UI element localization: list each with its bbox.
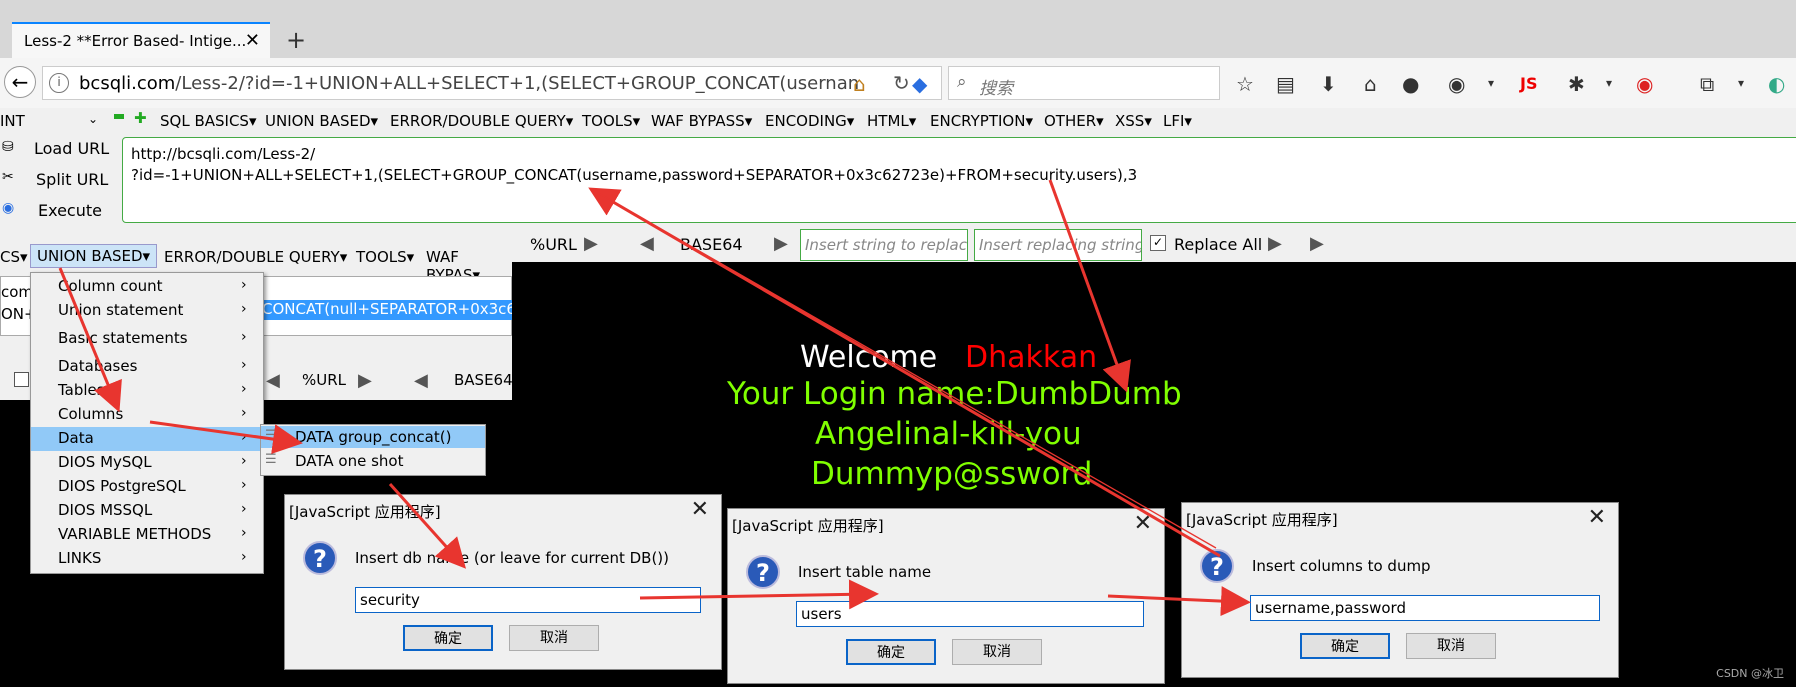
arrow <box>588 187 1221 558</box>
arrow <box>639 579 879 610</box>
arrow <box>58 267 122 413</box>
arrow <box>1107 586 1251 617</box>
arrow <box>1048 179 1131 393</box>
arrow <box>388 482 467 569</box>
annotation-arrows <box>58 179 1251 617</box>
arrow <box>149 420 303 454</box>
thin-arrow <box>599 193 1217 549</box>
